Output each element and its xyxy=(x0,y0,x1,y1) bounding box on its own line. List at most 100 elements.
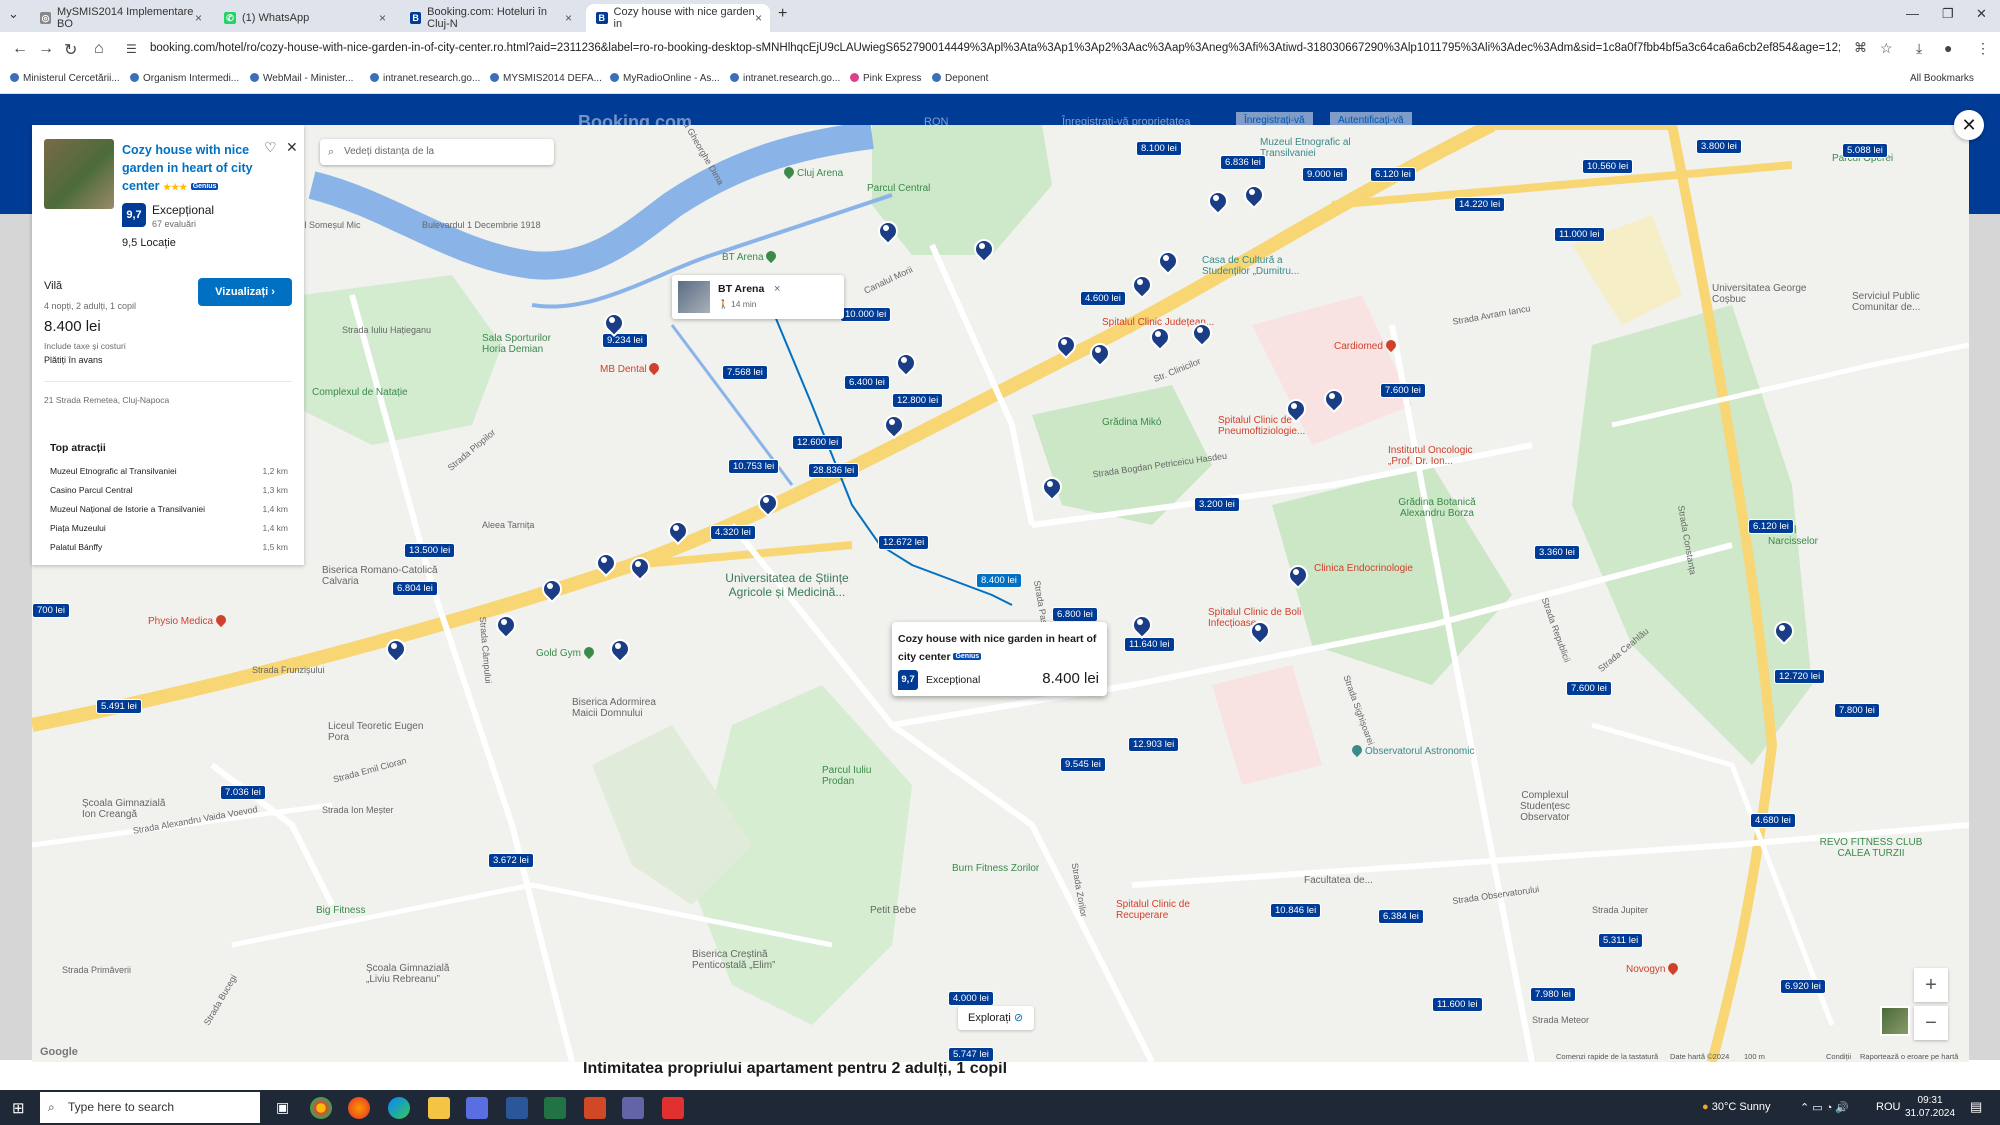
bookmark-item[interactable]: WebMail - Minister... xyxy=(250,73,353,84)
price-marker[interactable]: 5.088 lei xyxy=(1842,143,1888,158)
heart-icon[interactable]: ♡ xyxy=(264,139,277,156)
price-marker-selected[interactable]: 8.400 lei xyxy=(976,573,1022,588)
price-marker[interactable]: 11.640 lei xyxy=(1124,637,1175,652)
place-muzeul-etnografic[interactable]: Muzeul Etnografic al Transilvaniei xyxy=(1260,137,1380,159)
keyboard-shortcuts-link[interactable]: Comenzi rapide de la tastatură xyxy=(1556,1052,1658,1061)
bookmark-item[interactable]: intranet.research.go... xyxy=(730,73,840,84)
scale-bar[interactable]: 100 m xyxy=(1744,1052,1765,1061)
weather-widget[interactable]: ● 30°C Sunny xyxy=(1702,1101,1771,1113)
close-window-button[interactable]: ✕ xyxy=(1976,6,1987,22)
place-petit-bebe[interactable]: Petit Bebe xyxy=(870,905,916,916)
close-tab-icon[interactable]: × xyxy=(755,11,762,25)
price-marker[interactable]: 10.753 lei xyxy=(728,459,780,474)
bookmark-star-icon[interactable]: ☆ xyxy=(1880,40,1893,57)
property-pin-icon[interactable] xyxy=(758,493,774,513)
price-marker[interactable]: 4.600 lei xyxy=(1080,291,1126,306)
bookmark-item[interactable]: Ministerul Cercetării... xyxy=(10,73,120,84)
mail-icon[interactable] xyxy=(466,1097,488,1119)
site-info-icon[interactable]: ☰ xyxy=(126,42,137,56)
place-biserica-adormirea[interactable]: Biserica Adormirea Maicii Domnului xyxy=(572,697,682,719)
price-marker[interactable]: 6.384 lei xyxy=(1378,909,1424,924)
menu-icon[interactable]: ⋮ xyxy=(1976,40,1990,57)
price-marker[interactable]: 10.560 lei xyxy=(1582,159,1634,174)
maximize-button[interactable]: ❐ xyxy=(1942,6,1954,22)
price-marker[interactable]: 7.980 lei xyxy=(1530,987,1576,1002)
place-big-fitness[interactable]: Big Fitness xyxy=(316,905,365,916)
url-field[interactable]: booking.com/hotel/ro/cozy-house-with-nic… xyxy=(150,42,1840,54)
back-icon[interactable]: ← xyxy=(12,40,28,58)
place-mb-dental[interactable]: MB Dental xyxy=(600,360,662,376)
bookmark-item[interactable]: intranet.research.go... xyxy=(370,73,480,84)
place-casa-de-cultura[interactable]: Casa de Cultură a Studenților „Dumitru..… xyxy=(1202,255,1332,277)
attraction-row[interactable]: Muzeul Național de Istorie a Transilvani… xyxy=(50,504,288,514)
property-pin-icon[interactable] xyxy=(1042,477,1058,497)
tray-icons[interactable]: ⌃ ▭ ◔ 🔊 xyxy=(1800,1101,1849,1114)
property-pin-icon[interactable] xyxy=(542,579,558,599)
word-icon[interactable] xyxy=(506,1097,528,1119)
zoom-in-button[interactable]: + xyxy=(1914,968,1948,1002)
property-pin-icon[interactable] xyxy=(1244,185,1260,205)
place-gold-gym[interactable]: Gold Gym xyxy=(536,644,597,660)
property-pin-icon[interactable] xyxy=(496,615,512,635)
price-marker[interactable]: 4.680 lei xyxy=(1750,813,1796,828)
price-marker[interactable]: 11.000 lei xyxy=(1554,227,1605,242)
place-scoala-ion-creanga[interactable]: Școala Gimnazială Ion Creangă xyxy=(82,798,182,820)
zoom-out-button[interactable]: − xyxy=(1914,1006,1948,1040)
price-marker[interactable]: 5.747 lei xyxy=(948,1047,994,1062)
place-parcul-central[interactable]: Parcul Central xyxy=(867,183,930,194)
price-marker[interactable]: 5.311 lei xyxy=(1598,933,1644,948)
property-pin-icon[interactable] xyxy=(1288,565,1304,585)
property-pin-icon[interactable] xyxy=(896,353,912,373)
price-marker[interactable]: 12.600 lei xyxy=(792,435,844,450)
place-universitatea-cosbuc[interactable]: Universitatea George Coșbuc xyxy=(1712,283,1812,305)
place-cluj-arena[interactable]: Cluj Arena xyxy=(781,164,843,180)
property-thumbnail[interactable] xyxy=(44,139,114,209)
price-marker[interactable]: 4.000 lei xyxy=(948,991,994,1006)
place-institutul-oncologic[interactable]: Institutul Oncologic „Prof. Dr. Ion... xyxy=(1388,445,1498,467)
download-icon[interactable]: ⤓ xyxy=(1916,40,1922,57)
bt-arena-card[interactable]: BT Arena × 🚶 14 min xyxy=(672,275,844,319)
attraction-row[interactable]: Casino Parcul Central 1,3 km xyxy=(50,485,288,495)
property-pin-icon[interactable] xyxy=(974,239,990,259)
place-gradina-miko[interactable]: Grădina Mikó xyxy=(1102,417,1161,428)
price-marker[interactable]: 3.672 lei xyxy=(488,853,534,868)
property-pin-icon[interactable] xyxy=(1192,323,1208,343)
security-icon[interactable] xyxy=(622,1097,644,1119)
close-tab-icon[interactable]: × xyxy=(565,11,572,25)
price-marker[interactable]: 28.836 lei xyxy=(808,463,860,478)
place-revo-fitness[interactable]: REVO FITNESS CLUB CALEA TURZII xyxy=(1816,837,1926,859)
all-bookmarks[interactable]: All Bookmarks xyxy=(1910,73,1974,84)
price-marker[interactable]: 8.100 lei xyxy=(1136,141,1182,156)
place-observatorul-astronomic[interactable]: Observatorul Astronomic xyxy=(1349,742,1475,758)
price-marker[interactable]: 12.800 lei xyxy=(892,393,944,408)
price-marker[interactable]: 13.500 lei xyxy=(404,543,456,558)
price-marker[interactable]: 4.320 lei xyxy=(710,525,756,540)
property-pin-icon[interactable] xyxy=(1090,343,1106,363)
place-bt-arena[interactable]: BT Arena xyxy=(722,248,779,264)
price-marker[interactable]: 12.720 lei xyxy=(1774,669,1826,684)
place-burn-fitness[interactable]: Burn Fitness Zorilor xyxy=(952,863,1039,874)
price-marker[interactable]: 7.568 lei xyxy=(722,365,768,380)
property-pin-icon[interactable] xyxy=(1324,389,1340,409)
forward-icon[interactable]: → xyxy=(38,40,54,58)
place-sala-sporturilor[interactable]: Sala Sporturilor Horia Demian xyxy=(482,333,572,355)
terms-link[interactable]: Condiții xyxy=(1826,1052,1851,1061)
powerpoint-icon[interactable] xyxy=(584,1097,606,1119)
bookmark-item[interactable]: Pink Express xyxy=(850,73,921,84)
property-pin-icon[interactable] xyxy=(884,415,900,435)
property-pin-icon[interactable] xyxy=(1286,399,1302,419)
tab-whatsapp[interactable]: ✆ (1) WhatsApp × xyxy=(214,4,394,32)
property-pin-icon[interactable] xyxy=(1132,615,1148,635)
property-pin-icon[interactable] xyxy=(1250,621,1266,641)
price-marker[interactable]: 6.400 lei xyxy=(844,375,890,390)
bookmark-item[interactable]: MyRadioOnline - As... xyxy=(610,73,720,84)
place-complexul-studentesc[interactable]: Complexul Studențesc Observator xyxy=(1500,790,1590,823)
place-scoala-liviu-rebreanu[interactable]: Școala Gimnazială „Liviu Rebreanu” xyxy=(366,963,476,985)
property-pin-icon[interactable] xyxy=(610,639,626,659)
attraction-row[interactable]: Piața Muzeului 1,4 km xyxy=(50,523,288,533)
price-marker[interactable]: 6.920 lei xyxy=(1780,979,1826,994)
acrobat-icon[interactable] xyxy=(662,1097,684,1119)
price-marker[interactable]: 10.846 lei xyxy=(1270,903,1322,918)
bookmark-item[interactable]: MYSMIS2014 DEFA... xyxy=(490,73,602,84)
place-liceul-eugen-pora[interactable]: Liceul Teoretic Eugen Pora xyxy=(328,721,428,743)
